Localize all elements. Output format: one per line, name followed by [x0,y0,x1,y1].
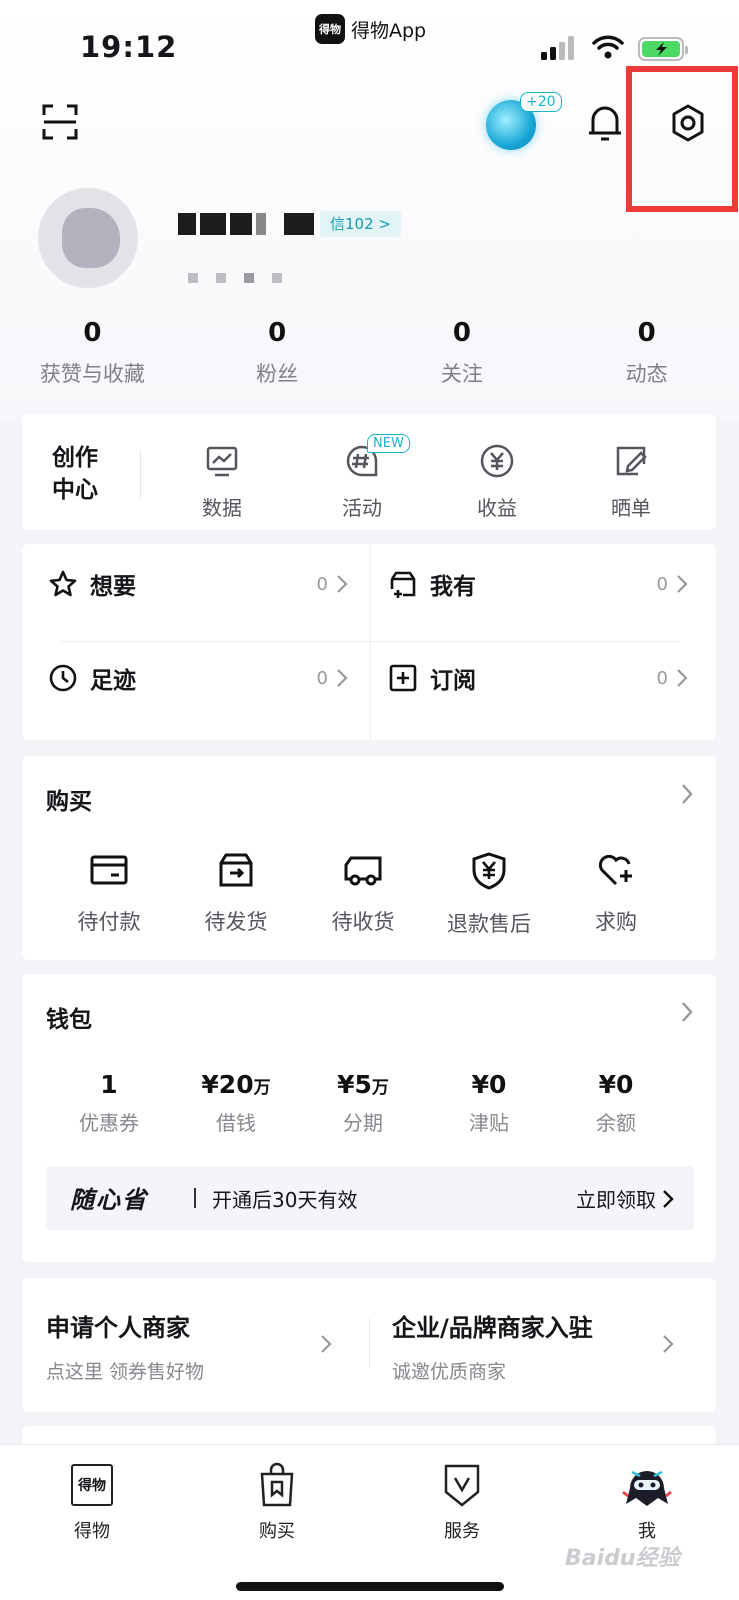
chart-screen-icon [206,446,238,477]
buy-item-pending-payment[interactable]: 待付款 [54,852,164,936]
creator-item-showcase[interactable]: 晒单 [586,442,676,521]
wallet-title[interactable]: 钱包 [46,1000,92,1034]
yen-coin-icon [480,444,514,478]
stat-likes[interactable]: 0 获赞与收藏 [0,318,185,388]
tab-me[interactable]: 我 [597,1459,697,1543]
profile-stats: 0 获赞与收藏 0 粉丝 0 关注 0 动态 [0,318,739,388]
box-add-icon [390,571,416,598]
creator-center-title[interactable]: 创作中心 [52,442,112,506]
tab-buy[interactable]: 购买 [227,1459,327,1543]
bell-icon[interactable] [583,100,627,146]
status-time: 19:12 [80,30,178,64]
creator-item-activity[interactable]: 活动 NEW [317,434,410,521]
app-name: 得物App [351,19,427,42]
card-icon [90,855,128,885]
plus-square-icon [389,664,417,692]
clock-icon [49,664,77,692]
have-item[interactable]: 我有 0 [388,554,688,614]
shield-yen-icon [472,852,506,890]
chevron-right-icon [663,1189,674,1208]
collection-card: 想要 0 我有 0 足迹 0 订阅 0 [22,544,716,740]
promo-brand: 随心省 [70,1186,148,1214]
star-icon [49,570,77,597]
truck-icon [344,856,382,886]
chevron-right-icon[interactable] [680,1000,694,1024]
app-badge: 得物 得物App [315,14,426,44]
buy-title[interactable]: 购买 [46,782,92,816]
buy-item-to-ship[interactable]: 待发货 [181,852,291,936]
tab-service[interactable]: 服务 [412,1459,512,1543]
chevron-right-icon [337,669,348,687]
personal-merchant[interactable]: 申请个人商家 点这里 领券售好物 [46,1308,204,1384]
wallet-card: 钱包 1 优惠券 ¥20万 借钱 ¥5万 分期 ¥0 津贴 ¥0 余额 随心省 开通后30… [22,974,716,1262]
ninja-avatar-icon [622,1470,672,1506]
box-arrow-icon [219,853,253,887]
creator-item-earnings[interactable]: 收益 [452,442,542,521]
merchant-card: 申请个人商家 点这里 领券售好物 企业/品牌商家入驻 诚邀优质商家 [22,1278,716,1412]
want-item[interactable]: 想要 0 [48,554,348,614]
edit-note-icon [616,446,647,476]
heart-plus-icon [598,854,632,886]
buy-item-wanted[interactable]: 求购 [561,852,671,936]
home-indicator[interactable] [236,1582,504,1591]
wallet-balance[interactable]: ¥0 余额 [561,1070,671,1136]
tab-home[interactable]: 得物 得物 [42,1459,142,1543]
wallet-loan[interactable]: ¥20万 借钱 [181,1070,291,1136]
wallet-allowance[interactable]: ¥0 津贴 [434,1070,544,1136]
buy-item-to-receive[interactable]: 待收货 [308,852,418,936]
battery-icon [638,37,688,61]
promo-action[interactable]: 立即领取 [576,1184,674,1213]
cellular-signal-icon [541,36,574,60]
stat-posts[interactable]: 0 动态 [554,318,739,388]
scan-icon[interactable] [40,102,80,142]
chevron-right-icon [337,575,348,593]
promo-banner[interactable]: 随心省 开通后30天有效 立即领取 [46,1166,694,1230]
tab-bar: 得物 得物 购买 服务 我 [0,1444,739,1600]
wifi-icon [592,35,624,59]
credit-level-tag[interactable]: 信102 > [320,211,401,237]
stat-fans[interactable]: 0 粉丝 [185,318,370,388]
chevron-right-icon[interactable] [320,1334,332,1354]
shopping-bag-icon [260,1462,294,1507]
enterprise-merchant[interactable]: 企业/品牌商家入驻 诚邀优质商家 [392,1308,593,1384]
highlight-box [626,66,738,212]
user-id-redacted [188,273,282,283]
app-logo: 得物 [315,14,345,44]
subscribe-item[interactable]: 订阅 0 [388,648,688,708]
dewu-logo-icon: 得物 [71,1464,113,1506]
creator-item-data[interactable]: 数据 [177,442,267,521]
new-tag: NEW [367,434,410,453]
chevron-right-icon [677,669,688,687]
shield-v-icon [444,1464,480,1507]
gem-badge: +20 [520,92,562,112]
chevron-right-icon [677,575,688,593]
history-item[interactable]: 足迹 0 [48,648,348,708]
buy-card: 购买 待付款 待发货 待收货 退款售后 求购 [22,756,716,960]
stat-following[interactable]: 0 关注 [370,318,555,388]
wallet-installment[interactable]: ¥5万 分期 [308,1070,418,1136]
watermark: Baidu经验 [565,1546,680,1571]
wallet-coupons[interactable]: 1 优惠券 [54,1070,164,1136]
creator-center-card: 创作中心 数据 活动 NEW 收益 晒单 [22,414,716,530]
chevron-right-icon[interactable] [662,1334,674,1354]
buy-item-refund[interactable]: 退款售后 [434,852,544,938]
username-redacted [178,213,314,235]
promo-desc: 开通后30天有效 [212,1188,358,1212]
avatar[interactable] [38,188,138,288]
chevron-right-icon[interactable] [680,782,694,806]
